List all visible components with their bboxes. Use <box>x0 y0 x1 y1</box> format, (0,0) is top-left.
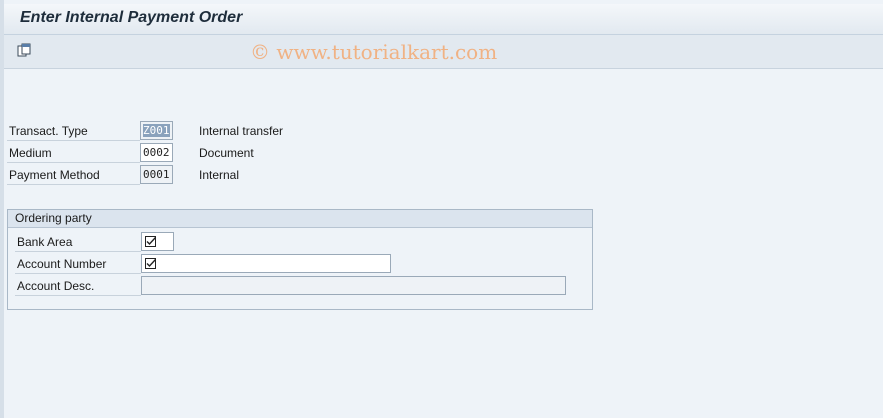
account-desc-label: Account Desc. <box>15 277 141 296</box>
account-desc-field[interactable] <box>141 276 566 295</box>
bank-area-field[interactable] <box>141 232 174 251</box>
account-number-label: Account Number <box>15 255 141 274</box>
page-title: Enter Internal Payment Order <box>20 9 243 26</box>
payment-method-desc: Internal <box>199 168 240 182</box>
checkbox-required-icon <box>145 258 156 269</box>
medium-desc: Document <box>199 146 254 160</box>
transact-type-value: Z001 <box>143 124 170 137</box>
account-number-field[interactable] <box>141 254 391 273</box>
payment-method-field[interactable]: 0001 <box>140 165 173 184</box>
title-bar: Enter Internal Payment Order <box>4 4 883 35</box>
medium-field[interactable]: 0002 <box>140 143 173 162</box>
bank-area-label: Bank Area <box>15 233 141 252</box>
ordering-party-title: Ordering party <box>8 210 592 228</box>
ordering-party-group: Ordering party Bank Area Account Number … <box>7 209 593 310</box>
transact-type-desc: Internal transfer <box>199 124 284 138</box>
transact-type-label: Transact. Type <box>7 122 140 141</box>
application-toolbar: © www.tutorialkart.com <box>4 35 883 69</box>
checkbox-required-icon <box>145 236 156 247</box>
transact-type-field[interactable]: Z001 <box>140 121 173 140</box>
payment-method-label: Payment Method <box>7 166 140 185</box>
watermark: © www.tutorialkart.com <box>250 40 498 64</box>
copy-icon[interactable] <box>16 43 32 59</box>
medium-label: Medium <box>7 144 140 163</box>
